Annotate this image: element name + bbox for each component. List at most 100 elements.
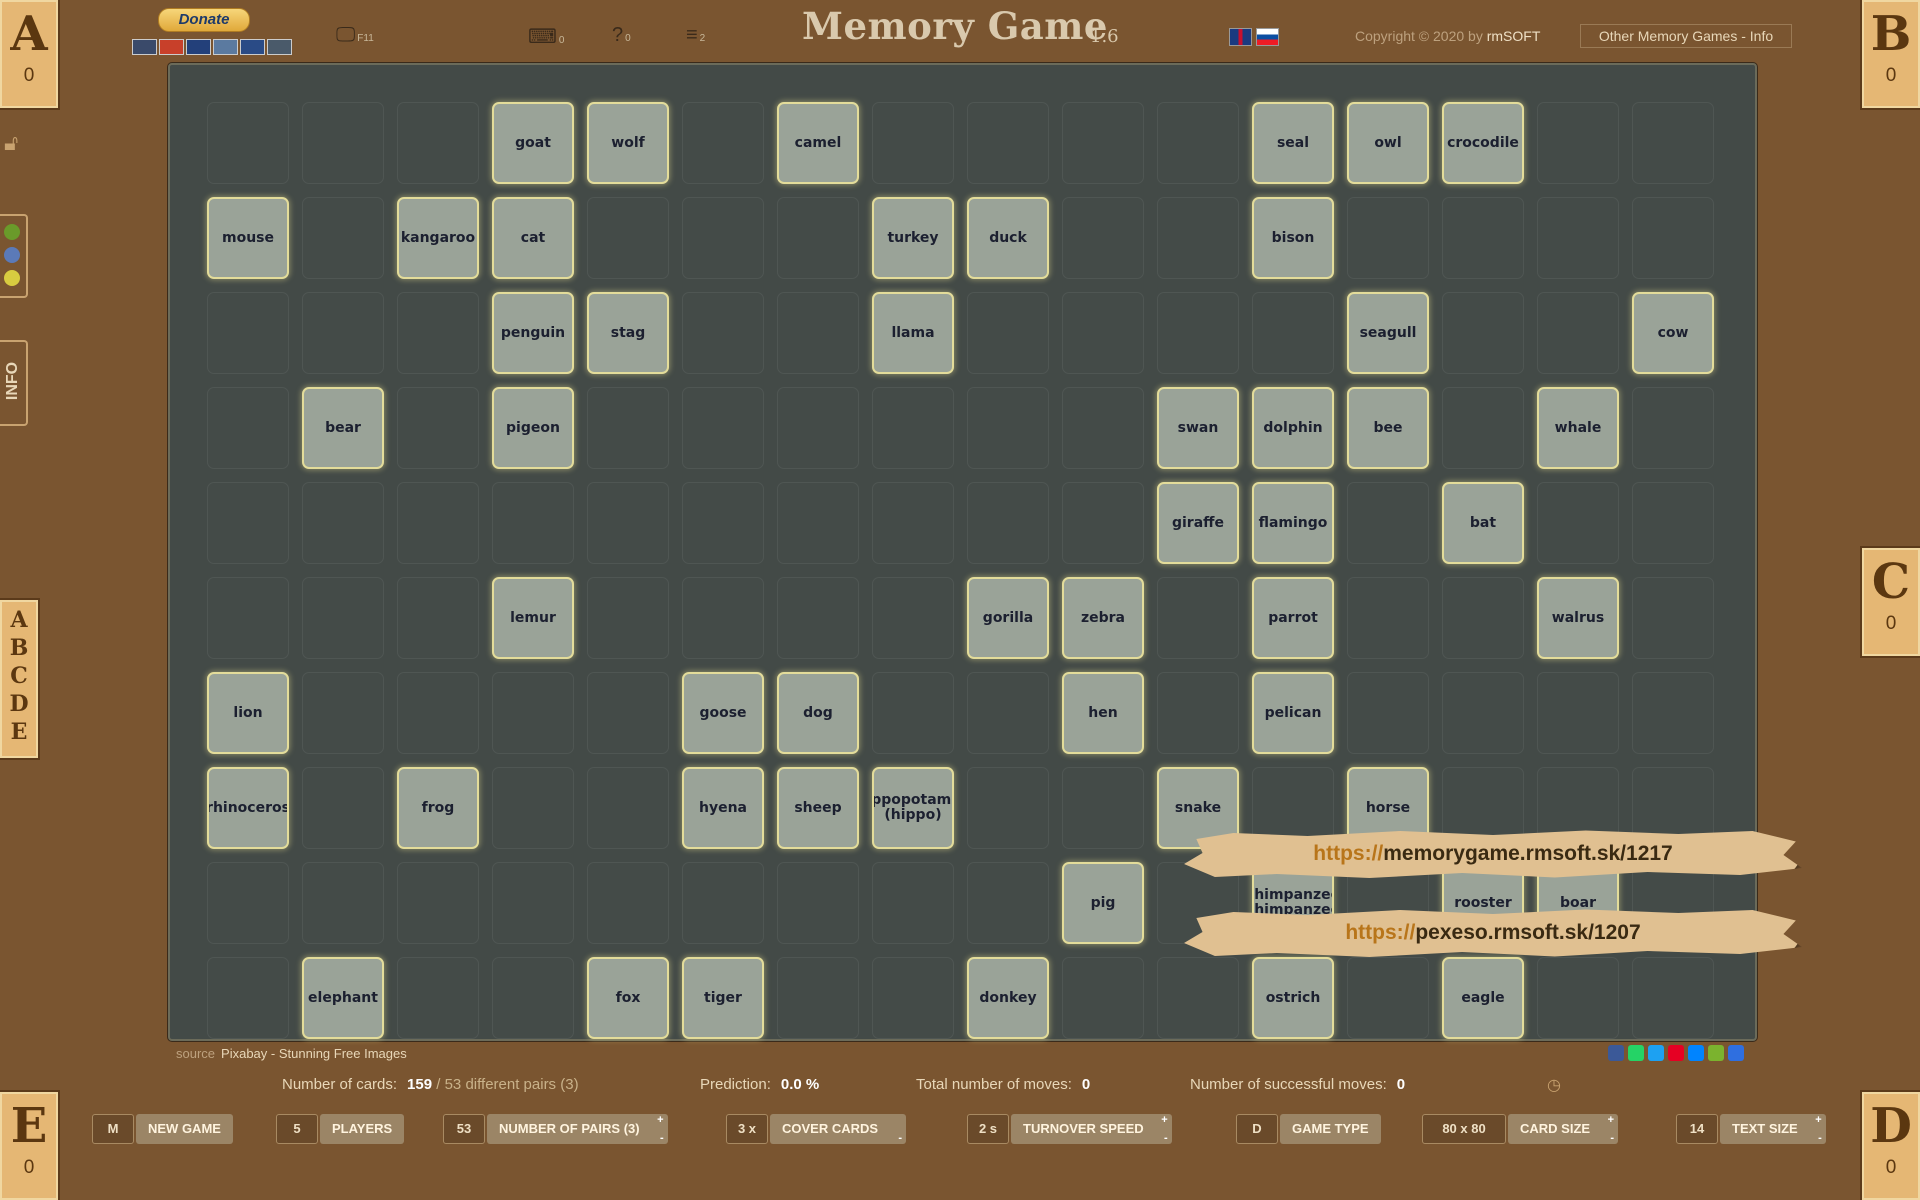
card-face-up[interactable]: sheep xyxy=(777,767,859,849)
card-face-up[interactable]: donkey xyxy=(967,957,1049,1039)
card-face-up[interactable]: giraffe xyxy=(1157,482,1239,564)
card-face-up[interactable]: seagull xyxy=(1347,292,1429,374)
text-size-control[interactable]: 14 TEXT SIZE + - xyxy=(1676,1114,1826,1144)
empty-slot[interactable] xyxy=(302,577,384,659)
card-face-up[interactable]: parrot xyxy=(1252,577,1334,659)
share-icon[interactable] xyxy=(1668,1045,1684,1061)
card-face-up[interactable]: duck xyxy=(967,197,1049,279)
card-face-up[interactable]: llama xyxy=(872,292,954,374)
lock-icon[interactable]: 🔓︎ xyxy=(4,130,22,156)
card-face-up[interactable]: dolphin xyxy=(1252,387,1334,469)
english-flag-icon[interactable] xyxy=(1229,28,1252,46)
empty-slot[interactable] xyxy=(207,387,289,469)
info-tab[interactable]: INFO xyxy=(0,340,28,426)
empty-slot[interactable] xyxy=(302,767,384,849)
empty-slot[interactable] xyxy=(587,767,669,849)
card-face-up[interactable]: goat xyxy=(492,102,574,184)
empty-slot[interactable] xyxy=(777,197,859,279)
color-dot[interactable] xyxy=(4,247,20,263)
share-icon[interactable] xyxy=(1728,1045,1744,1061)
empty-slot[interactable] xyxy=(967,292,1049,374)
empty-slot[interactable] xyxy=(777,957,859,1039)
empty-slot[interactable] xyxy=(777,862,859,944)
card-face-up[interactable]: bee xyxy=(1347,387,1429,469)
empty-slot[interactable] xyxy=(397,672,479,754)
empty-slot[interactable] xyxy=(1062,767,1144,849)
card-face-up[interactable]: bat xyxy=(1442,482,1524,564)
empty-slot[interactable] xyxy=(1442,387,1524,469)
card-size-control[interactable]: 80 x 80 CARD SIZE + - xyxy=(1422,1114,1619,1144)
empty-slot[interactable] xyxy=(777,292,859,374)
empty-slot[interactable] xyxy=(777,482,859,564)
share-icon[interactable] xyxy=(1628,1045,1644,1061)
empty-slot[interactable] xyxy=(1442,577,1524,659)
card-face-up[interactable]: bear xyxy=(302,387,384,469)
card-face-up[interactable]: stag xyxy=(587,292,669,374)
empty-slot[interactable] xyxy=(1347,197,1429,279)
card-face-up[interactable]: elephant xyxy=(302,957,384,1039)
empty-slot[interactable] xyxy=(682,862,764,944)
increase-icon[interactable]: + xyxy=(1161,1114,1167,1127)
empty-slot[interactable] xyxy=(1442,292,1524,374)
players-control[interactable]: 5 PLAYERS xyxy=(276,1114,405,1144)
increase-icon[interactable]: + xyxy=(1608,1114,1614,1127)
card-face-up[interactable]: penguin xyxy=(492,292,574,374)
card-face-up[interactable]: rhinoceros xyxy=(207,767,289,849)
card-face-up[interactable]: eagle xyxy=(1442,957,1524,1039)
empty-slot[interactable] xyxy=(1632,577,1714,659)
share-icon[interactable] xyxy=(1608,1045,1624,1061)
empty-slot[interactable] xyxy=(492,767,574,849)
social-share-icons[interactable] xyxy=(1608,1045,1744,1061)
empty-slot[interactable] xyxy=(1632,197,1714,279)
empty-slot[interactable] xyxy=(967,672,1049,754)
card-face-up[interactable]: frog xyxy=(397,767,479,849)
empty-slot[interactable] xyxy=(1347,577,1429,659)
card-face-up[interactable]: swan xyxy=(1157,387,1239,469)
card-face-up[interactable]: walrus xyxy=(1537,577,1619,659)
empty-slot[interactable] xyxy=(492,862,574,944)
empty-slot[interactable] xyxy=(872,482,954,564)
empty-slot[interactable] xyxy=(302,482,384,564)
card-face-up[interactable]: hen xyxy=(1062,672,1144,754)
empty-slot[interactable] xyxy=(587,387,669,469)
empty-slot[interactable] xyxy=(397,292,479,374)
increase-icon[interactable]: + xyxy=(657,1114,663,1127)
cover-cards-control[interactable]: 3 x COVER CARDS - xyxy=(726,1114,907,1144)
empty-slot[interactable] xyxy=(492,957,574,1039)
empty-slot[interactable] xyxy=(1632,957,1714,1039)
empty-slot[interactable] xyxy=(682,102,764,184)
empty-slot[interactable] xyxy=(1537,482,1619,564)
empty-slot[interactable] xyxy=(492,672,574,754)
empty-slot[interactable] xyxy=(967,482,1049,564)
empty-slot[interactable] xyxy=(302,102,384,184)
source-link[interactable]: Pixabay - Stunning Free Images xyxy=(221,1046,407,1061)
empty-slot[interactable] xyxy=(1062,387,1144,469)
empty-slot[interactable] xyxy=(302,292,384,374)
empty-slot[interactable] xyxy=(1632,482,1714,564)
empty-slot[interactable] xyxy=(872,672,954,754)
card-face-up[interactable]: cow xyxy=(1632,292,1714,374)
empty-slot[interactable] xyxy=(587,197,669,279)
help-button[interactable]: ? 0 xyxy=(612,24,631,47)
empty-slot[interactable] xyxy=(1537,672,1619,754)
card-face-up[interactable]: mouse xyxy=(207,197,289,279)
empty-slot[interactable] xyxy=(967,102,1049,184)
card-face-up[interactable]: pelican xyxy=(1252,672,1334,754)
card-face-up[interactable]: owl xyxy=(1347,102,1429,184)
empty-slot[interactable] xyxy=(1157,957,1239,1039)
decrease-icon[interactable]: - xyxy=(660,1133,664,1144)
empty-slot[interactable] xyxy=(1537,197,1619,279)
empty-slot[interactable] xyxy=(492,482,574,564)
empty-slot[interactable] xyxy=(207,957,289,1039)
share-icon[interactable] xyxy=(1648,1045,1664,1061)
card-face-up[interactable]: tiger xyxy=(682,957,764,1039)
empty-slot[interactable] xyxy=(1347,482,1429,564)
language-flags[interactable] xyxy=(1229,28,1279,46)
card-face-up[interactable]: bison xyxy=(1252,197,1334,279)
empty-slot[interactable] xyxy=(872,387,954,469)
empty-slot[interactable] xyxy=(397,862,479,944)
empty-slot[interactable] xyxy=(207,102,289,184)
empty-slot[interactable] xyxy=(777,577,859,659)
card-face-up[interactable]: fox xyxy=(587,957,669,1039)
color-dot[interactable] xyxy=(4,270,20,286)
